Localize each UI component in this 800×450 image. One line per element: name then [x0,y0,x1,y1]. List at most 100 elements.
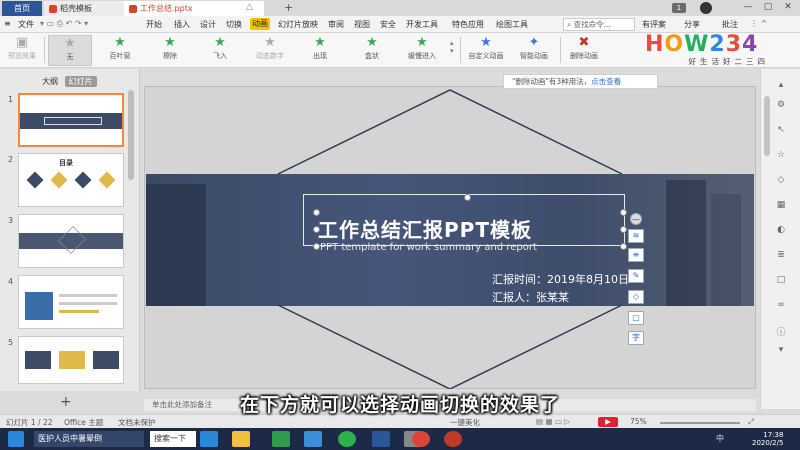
slide-thumbnail-1[interactable] [18,93,124,147]
tab-home[interactable]: 首页 [2,1,42,16]
cursor-icon[interactable]: ↖ [775,125,787,137]
protect-status[interactable]: 文档未保护 [118,417,156,428]
minimize-icon[interactable]: — [740,2,756,14]
changes-button[interactable]: 有评案 [642,19,666,30]
slide-reporter[interactable]: 汇报人：张某某 [492,289,569,305]
scroll-down-icon[interactable]: ▾ [775,345,787,357]
layer-tool[interactable]: ≡ [628,248,644,262]
maximize-icon[interactable]: ▢ [760,2,776,14]
menu-design[interactable]: 设计 [200,19,216,30]
palette-icon[interactable]: ◐ [775,225,787,237]
menu-security[interactable]: 安全 [380,19,396,30]
share-button[interactable]: 分享 [684,19,700,30]
smart-animation-button[interactable]: ✦ 智能动画 [512,35,556,61]
cloud-icon[interactable] [304,431,322,447]
preview-effect-button[interactable]: ▣ 预览效果 [0,35,44,61]
shape-fill-tool[interactable]: ≋ [628,229,644,243]
quick-access-icons[interactable]: ▾ ▭ ⎙ ↶ ↷ ▾ [40,19,88,29]
ie-icon[interactable] [200,431,218,447]
more-icon[interactable]: ⋮ ^ [750,19,767,28]
effect-fly-in[interactable]: ★ 飞入 [198,35,242,61]
beautify-button[interactable]: 一键美化 [450,417,480,428]
menu-file[interactable]: 文件 [18,19,34,30]
menu-insert[interactable]: 插入 [174,19,190,30]
slide-title[interactable]: 工作总结汇报PPT模板 [318,214,532,243]
slide-thumbnail-4[interactable] [18,275,124,329]
effect-appear[interactable]: ★ 出现 [298,35,342,61]
menu-features[interactable]: 特色应用 [452,19,484,30]
layers-icon[interactable]: ≣ [775,250,787,262]
resize-handle[interactable] [620,226,627,233]
menu-transition[interactable]: 切换 [226,19,242,30]
command-search-input[interactable]: ⌕ 查找命令... [563,18,635,31]
chrome-icon[interactable] [412,431,430,447]
menu-developer[interactable]: 开发工具 [406,19,438,30]
folder-icon[interactable] [232,431,250,447]
link-icon[interactable]: ∞ [775,300,787,312]
taskbar-search[interactable]: 搜索一下 [150,431,196,447]
effect-dynamic-number[interactable]: ★ 动态数字 [248,35,292,61]
effect-blinds[interactable]: ★ 百叶窗 [98,35,142,61]
effect-wipe[interactable]: ★ 擦除 [148,35,192,61]
ime-indicator[interactable]: 中 [716,431,724,447]
menu-home[interactable]: 开始 [146,19,162,30]
resize-handle[interactable] [313,243,320,250]
warning-icon[interactable]: △ [246,2,253,12]
tab-slides[interactable]: 幻灯片 [64,76,97,87]
menu-view[interactable]: 视图 [354,19,370,30]
scroll-up-icon[interactable]: ▴ [775,80,787,92]
browser-360-icon[interactable] [338,431,356,447]
pen-tool[interactable]: ✎ [628,269,644,283]
menu-drawing-tools[interactable]: 绘图工具 [496,19,528,30]
box-icon[interactable]: □ [775,275,787,287]
word-icon[interactable] [372,431,390,447]
slide-thumbnail-2[interactable]: 目录 [18,153,124,207]
canvas-scrollbar[interactable] [764,96,770,156]
menu-icon[interactable]: ≡ [4,19,11,28]
delete-animation-button[interactable]: ✖ 删除动画 [562,35,606,61]
menu-slideshow[interactable]: 幻灯片放映 [278,19,318,30]
star-icon[interactable]: ☆ [775,150,787,162]
menu-animation[interactable]: 动画 [250,18,270,30]
effect-tool[interactable]: ◇ [628,290,644,304]
new-tab-icon[interactable]: + [284,1,293,14]
zoom-slider[interactable] [660,422,740,424]
tip-link[interactable]: 点击查看 [591,77,621,86]
play-icon[interactable]: ▶ [598,417,618,427]
view-mode-icons[interactable]: ▤ ▦ ▭ ▷ [536,417,570,426]
rotate-handle[interactable] [464,194,471,201]
resize-handle[interactable] [620,209,627,216]
panel-scrollbar[interactable] [128,90,134,180]
close-icon[interactable]: ✕ [780,2,796,14]
avatar[interactable] [700,2,712,14]
store-icon[interactable] [272,431,290,447]
effect-slow-in[interactable]: ★ 缓慢进入 [400,35,444,61]
comment-button[interactable]: 批注 [722,19,738,30]
frame-tool[interactable]: ▢ [628,311,644,325]
slide-subtitle[interactable]: PPT template for work summary and report [320,242,537,253]
resize-handle[interactable] [313,209,320,216]
collapse-tool[interactable]: — [630,213,642,225]
tab-outline[interactable]: 大纲 [38,76,62,87]
resize-handle[interactable] [313,226,320,233]
resize-handle[interactable] [620,243,627,250]
taskbar-news[interactable]: 医护人员中暑晕倒 [34,431,144,447]
tab-template[interactable]: 稻壳模板 [44,1,124,16]
gallery-scroll-icon[interactable]: ▴ ▾ [450,39,454,55]
tab-file[interactable]: 工作总结.pptx [124,1,264,16]
effect-box[interactable]: ★ 盒状 [350,35,394,61]
record-icon[interactable] [444,431,462,447]
text-tool[interactable]: 字 [628,331,644,345]
diamond-icon[interactable]: ◇ [775,175,787,187]
slide-date[interactable]: 汇报时间：2019年8月10日 [492,271,629,287]
fit-icon[interactable]: ⤢ [748,417,754,427]
custom-animation-button[interactable]: ★ 自定义动画 [464,35,508,61]
menu-review[interactable]: 审阅 [328,19,344,30]
settings-icon[interactable]: ⚙ [775,100,787,112]
grid-icon[interactable]: ▦ [775,200,787,212]
notification-badge[interactable]: 1 [672,3,686,13]
windows-start-icon[interactable] [8,431,24,447]
info-icon[interactable]: ⓘ [775,325,787,338]
zoom-level[interactable]: 75% [630,417,647,426]
slide-thumbnail-3[interactable] [18,214,124,268]
